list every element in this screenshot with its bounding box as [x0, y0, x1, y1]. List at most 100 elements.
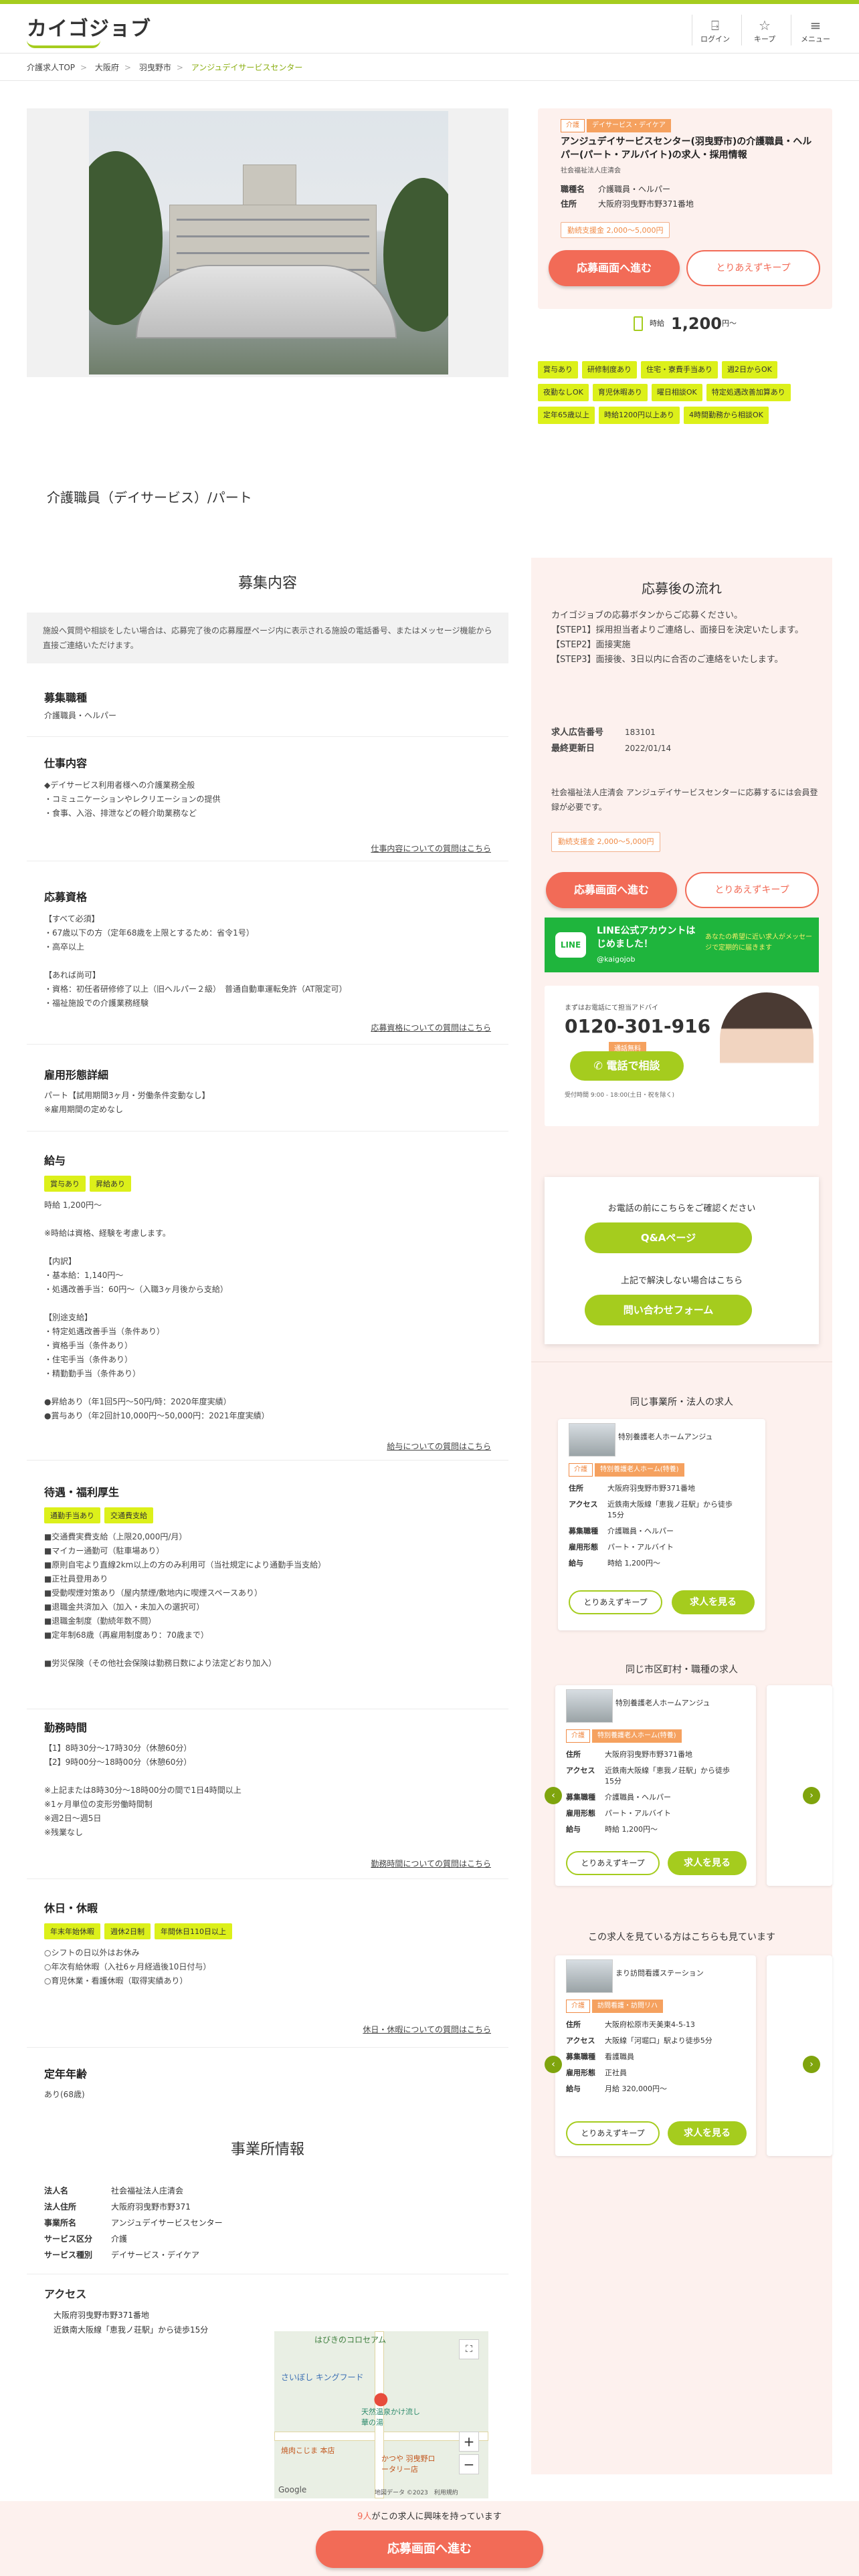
feature-tag: 特定処遇改善加算あり	[706, 384, 791, 401]
line-id: @kaigojob	[597, 955, 636, 964]
benefit-badge: 交通費支給	[104, 1507, 153, 1523]
card-row: 給与 時給 1,200円～	[566, 1825, 658, 1834]
header-keep[interactable]: ☆ キープ	[741, 17, 788, 44]
contact-lead: 上記で解決しない場合はこちら	[620, 1276, 743, 1286]
field-key: 住所	[561, 199, 577, 209]
question-link[interactable]: 勤務時間についての質問はこちら	[371, 1858, 491, 1869]
card-row: 給与 月給 320,000円～	[566, 2084, 667, 2093]
logo-arc	[27, 40, 100, 48]
office-heading: 事業所情報	[230, 2141, 304, 2158]
keep-button[interactable]: とりあえずキープ	[685, 872, 819, 908]
card-title: 特別養護老人ホームアンジュ	[615, 1699, 710, 1707]
feature-tag: 研修制度あり	[582, 361, 637, 379]
question-link[interactable]: 応募資格についての質問はこちら	[371, 1022, 491, 1033]
keep-label: とりあえずキープ	[714, 885, 789, 895]
breadcrumb-separator: >	[80, 63, 88, 72]
office-key: 法人名	[44, 2186, 69, 2195]
section-benefits: 待遇・福利厚生 通勤手当あり 交通費支給 ■交通費実費支給（上限20,000円/月…	[27, 1483, 508, 1709]
job-heading: 介護職員（デイサービス）/パート	[47, 490, 252, 506]
wage-label: 時給	[650, 319, 665, 328]
card-keep-button[interactable]: とりあえずキープ	[569, 1590, 662, 1614]
question-link[interactable]: 休日・休暇についての質問はこちら	[363, 2024, 491, 2035]
office-key: サービス種別	[44, 2250, 93, 2260]
salary-badge: 昇給あり	[90, 1176, 131, 1192]
header-login[interactable]: ⍈ ログイン	[692, 17, 739, 44]
map-copyright: 地図データ ©2023 利用規約	[375, 2490, 458, 2496]
job-thumbnail	[566, 1689, 613, 1723]
office-value: デイサービス・デイケア	[111, 2250, 200, 2260]
question-link[interactable]: 給与についての質問はこちら	[387, 1440, 491, 1452]
phone-banner[interactable]: まずはお電話にて担当アドバイ 0120-301-916 通話無料 ✆ 電話で相談…	[545, 986, 819, 1126]
office-key: サービス区分	[44, 2234, 93, 2244]
job-title: アンジュデイサービスセンター(羽曳野市)の介護職員・ヘルパー(パート・アルバイト…	[561, 136, 812, 160]
tree	[383, 178, 448, 332]
card-row: 募集職種 看護職員	[566, 2052, 634, 2061]
section-body: あり(68歳)	[44, 2090, 85, 2099]
question-link[interactable]: 仕事内容についての質問はこちら	[371, 843, 491, 854]
breadcrumb-item[interactable]: 大阪府	[95, 63, 119, 72]
site-logo[interactable]: カイゴジョブ	[27, 12, 151, 41]
card-tag: 介護	[566, 1729, 590, 1743]
section-body: 【1】8時30分～17時30分（休憩60分） 【2】9時00分～18時00分（休…	[44, 1743, 242, 1837]
breadcrumb-divider	[0, 80, 859, 81]
contact-form-button[interactable]: 問い合わせフォーム	[585, 1295, 752, 1325]
section-title: 休日・休暇	[44, 1902, 98, 1915]
card-keep-button[interactable]: とりあえずキープ	[566, 1851, 660, 1875]
holiday-badge: 年間休日110日以上	[155, 1923, 232, 1939]
card-tag: 特別養護老人ホーム(特養)	[595, 1463, 684, 1477]
member-note: 社会福祉法人庄清会 アンジュデイサービスセンターに応募するには会員登録が必要です…	[551, 788, 818, 812]
card-row: アクセス 大阪線「河堀口」駅より徒歩5分	[566, 2036, 712, 2045]
section-title: 定年年齢	[44, 2068, 88, 2080]
breadcrumb-item[interactable]: 介護求人TOP	[27, 63, 75, 72]
bottom-apply-button[interactable]: 応募画面へ進む	[316, 2531, 543, 2568]
section-body: ○シフトの日以外はお休み ○年次有給休暇（入社6ヶ月経過後10日付与） ○育児休…	[44, 1948, 211, 1985]
recruit-header: 募集内容 施設へ質問や相談をしたい場合は、応募完了後の応募履歴ページ内に表示され…	[27, 558, 508, 663]
office-value: アンジュデイサービスセンター	[111, 2218, 223, 2228]
carousel-next-icon[interactable]: ›	[803, 1787, 820, 1804]
feature-tag: 定年65歳以上	[538, 407, 595, 424]
zoom-out-icon[interactable]: −	[459, 2454, 479, 2474]
related-job-card[interactable]: 特別養護老人ホームアンジュ 介護 特別養護老人ホーム(特養) 住所 大阪府羽曳野市野…	[555, 1685, 756, 1886]
office-row: サービス種別 デイサービス・デイケア	[44, 2247, 508, 2263]
flow-text: カイゴジョブの応募ボタンからご応募ください。 【STEP1】採用担当者よりご連絡…	[551, 611, 803, 665]
related-job-card-peek[interactable]	[767, 1685, 832, 1886]
tel-number: 0120-301-916	[565, 1015, 711, 1037]
fullscreen-icon[interactable]: ⛶	[459, 2339, 479, 2359]
section-job-type: 募集職種 介護職員・ヘルパー	[27, 686, 508, 737]
card-row: 住所 大阪府松原市天美東4-5-13	[566, 2020, 695, 2029]
sticky-apply-bar: 9人がこの求人に興味を持っています 応募画面へ進む	[0, 2501, 859, 2576]
call-button[interactable]: ✆ 電話で相談	[570, 1051, 684, 1081]
related-job-card[interactable]: まり訪問看護ステーション 介護 訪問看護・訪問リハ 住所 大阪府松原市天美東4-5-…	[555, 1955, 756, 2156]
header-menu[interactable]: ≡ メニュー	[792, 17, 839, 44]
related-job-card-peek[interactable]	[767, 1955, 832, 2156]
faq-button[interactable]: Q&Aページ	[585, 1222, 752, 1253]
section-title: 雇用形態詳細	[44, 1069, 109, 1081]
office-key: 法人住所	[44, 2202, 77, 2212]
breadcrumb-item[interactable]: 羽曳野市	[139, 63, 171, 72]
apply-button[interactable]: 応募画面へ進む	[549, 250, 680, 286]
card-title: 特別養護老人ホームアンジュ	[618, 1432, 713, 1441]
card-view-button[interactable]: 求人を見る	[668, 1851, 747, 1875]
section-title: 給与	[44, 1154, 66, 1167]
zoom-in-icon[interactable]: +	[459, 2432, 479, 2452]
field-key: 職種名	[561, 185, 585, 194]
feature-tags: 賞与あり 研修制度あり 住宅・寮費手当あり 週2日からOK 夜勤なしOK 育児休暇あり 曜日…	[538, 361, 832, 429]
keep-button[interactable]: とりあえずキープ	[686, 250, 820, 286]
corp-name: 社会福祉法人庄清会	[561, 167, 621, 175]
apply-button[interactable]: 応募画面へ進む	[546, 872, 677, 908]
card-keep-button[interactable]: とりあえずキープ	[566, 2121, 660, 2145]
line-icon: LINE	[555, 932, 586, 958]
section-body: 【すべて必須】 ・67歳以下の方（定年68歳を上限とするため：省令1号） ・高卒…	[44, 914, 347, 1008]
card-view-button[interactable]: 求人を見る	[668, 2121, 747, 2145]
sidebar: 応募後の流れ カイゴジョブの応募ボタンからご応募ください。 【STEP1】採用担…	[531, 558, 832, 2474]
same-area-heading: 同じ市区町村・職種の求人	[626, 1665, 738, 1675]
carousel-prev-icon[interactable]: ‹	[545, 1787, 562, 1804]
card-row: 住所 大阪府羽曳野市野371番地	[569, 1484, 695, 1493]
card-tag: 介護	[569, 1463, 593, 1477]
carousel-prev-icon[interactable]: ‹	[545, 2056, 562, 2073]
carousel-next-icon[interactable]: ›	[803, 2056, 820, 2073]
access-map[interactable]: はびきのコロセアム さいぼし キングフード 天然温泉かけ流し 華の湯 焼肉こじま…	[274, 2331, 488, 2498]
related-job-card[interactable]: 特別養護老人ホームアンジュ 介護 特別養護老人ホーム(特養) 住所 大阪府羽曳野市野…	[558, 1419, 765, 1630]
line-banner[interactable]: LINE LINE公式アカウントはじめました！ @kaigojob あなたの希望…	[545, 918, 819, 972]
card-view-button[interactable]: 求人を見る	[672, 1590, 755, 1614]
